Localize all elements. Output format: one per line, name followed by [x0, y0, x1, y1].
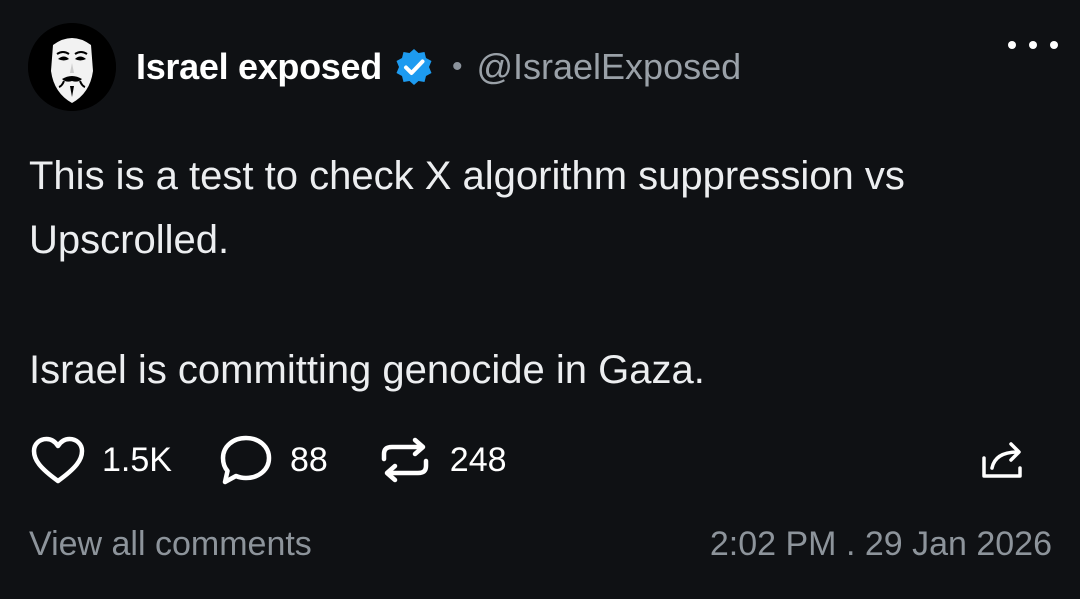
post-header: Israel exposed • @IsraelExposed [28, 22, 1052, 112]
repost-count: 248 [449, 440, 507, 479]
like-count: 1.5K [102, 440, 172, 479]
more-dot [1029, 41, 1037, 49]
post-timestamp: 2:02 PM . 29 Jan 2026 [709, 525, 1052, 563]
view-all-comments-link[interactable]: View all comments [29, 525, 312, 564]
heart-icon [31, 436, 85, 484]
more-options-icon[interactable] [1008, 30, 1058, 60]
separator-dot: • [451, 50, 463, 83]
like-button[interactable]: 1.5K [30, 435, 172, 485]
more-dot [1050, 41, 1058, 49]
post-text: This is a test to check X algorithm supp… [29, 144, 1039, 402]
more-dot [1008, 41, 1016, 49]
comment-count: 88 [289, 440, 328, 479]
comment-button[interactable]: 88 [218, 433, 328, 487]
action-bar: 1.5K 88 248 [30, 432, 1040, 488]
post-line-2: Israel is committing genocide in Gaza. [29, 348, 705, 392]
author-handle[interactable]: @IsraelExposed [476, 46, 741, 88]
share-button[interactable] [980, 438, 1026, 485]
verified-badge-icon [394, 47, 434, 87]
post-footer: View all comments 2:02 PM . 29 Jan 2026 [29, 525, 1052, 564]
anonymous-mask-icon [28, 23, 116, 111]
post-card: Israel exposed • @IsraelExposed This is … [0, 0, 1080, 599]
author-name[interactable]: Israel exposed [136, 46, 382, 88]
post-line-1: This is a test to check X algorithm supp… [29, 154, 905, 262]
repost-icon [381, 437, 429, 483]
repost-button[interactable]: 248 [376, 435, 507, 485]
avatar[interactable] [28, 23, 116, 111]
comment-bubble-icon [220, 435, 272, 485]
share-icon [982, 442, 1022, 478]
